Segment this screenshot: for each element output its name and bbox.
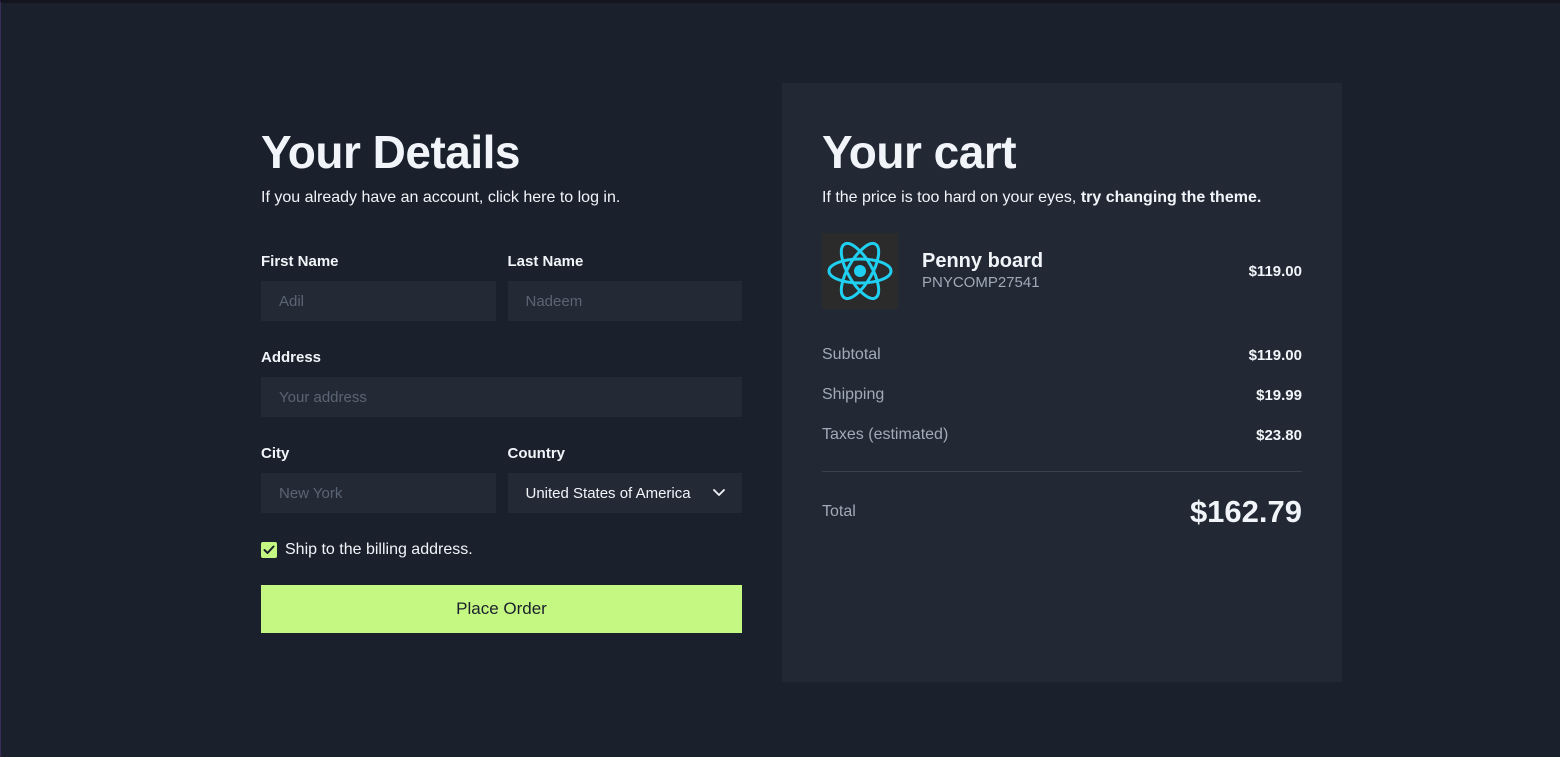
last-name-field: Last Name [507, 253, 742, 321]
change-theme-link[interactable]: try changing the theme. [1081, 189, 1261, 206]
cart-title: Your cart [822, 126, 1017, 178]
item-sku: PNYCOMP27541 [922, 274, 1040, 291]
country-label: Country [507, 445, 566, 462]
first-name-label: First Name [261, 253, 339, 270]
subtotal-value: $119.00 [1248, 346, 1302, 364]
cart-summary: Subtotal $119.00 Shipping $19.99 Taxes (… [822, 335, 1302, 455]
summary-row-shipping: Shipping $19.99 [822, 375, 1302, 415]
city-field: City [261, 445, 496, 513]
subtotal-label: Subtotal [822, 346, 881, 363]
ship-billing-label[interactable]: Ship to the billing address. [285, 541, 473, 559]
checkmark-icon [263, 545, 275, 554]
address-label: Address [261, 349, 322, 366]
last-name-input[interactable] [507, 281, 742, 321]
react-atom-icon [827, 241, 893, 301]
country-select[interactable]: United States of America [507, 473, 742, 513]
cart-item: Penny board PNYCOMP27541 $119.00 [822, 233, 1302, 309]
details-title: Your Details [261, 126, 521, 178]
summary-row-subtotal: Subtotal $119.00 [822, 335, 1302, 375]
item-price: $119.00 [1248, 262, 1302, 280]
country-selected-value: United States of America [525, 484, 691, 502]
summary-row-taxes: Taxes (estimated) $23.80 [822, 415, 1302, 455]
ship-billing-row: Ship to the billing address. [261, 541, 742, 559]
taxes-label: Taxes (estimated) [822, 426, 949, 443]
taxes-value: $23.80 [1256, 426, 1302, 444]
theme-hint: If the price is too hard on your eyes, t… [822, 187, 1302, 209]
country-field: Country United States of America [507, 445, 742, 513]
total-value: $162.79 [1189, 494, 1302, 529]
last-name-label: Last Name [507, 253, 584, 270]
login-hint[interactable]: If you already have an account, click he… [261, 187, 742, 209]
product-thumbnail [822, 233, 898, 309]
address-field: Address [261, 349, 742, 417]
total-row: Total $162.79 [822, 494, 1302, 530]
details-section: Your Details If you already have an acco… [261, 123, 742, 633]
city-input[interactable] [261, 473, 496, 513]
checkout-page: Your Details If you already have an acco… [0, 0, 1560, 757]
item-info: Penny board PNYCOMP27541 [922, 249, 1249, 293]
summary-divider [822, 471, 1302, 472]
city-label: City [261, 445, 290, 462]
total-label: Total [822, 503, 856, 520]
shipping-value: $19.99 [1256, 386, 1302, 404]
first-name-field: First Name [261, 253, 496, 321]
ship-billing-checkbox[interactable] [261, 542, 277, 558]
first-name-input[interactable] [261, 281, 496, 321]
chevron-down-icon [712, 486, 726, 500]
address-input[interactable] [261, 377, 742, 417]
item-name: Penny board [922, 250, 1044, 272]
theme-hint-text: If the price is too hard on your eyes, [822, 189, 1081, 206]
place-order-button[interactable]: Place Order [261, 585, 742, 633]
shipping-label: Shipping [822, 386, 885, 403]
cart-panel: Your cart If the price is too hard on yo… [782, 83, 1342, 682]
